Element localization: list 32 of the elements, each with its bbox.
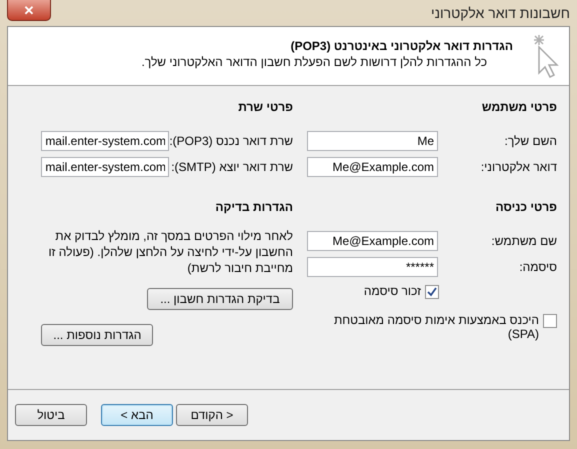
wizard-button[interactable]: ביטול (15, 404, 87, 426)
checkbox-box[interactable] (425, 285, 439, 299)
input-field[interactable]: mail.enter-system.com (41, 157, 170, 177)
wizard-button[interactable]: < הקודם (176, 404, 248, 426)
field-label: שרת דואר יוצא (SMTP): (171, 160, 293, 174)
test-settings-button[interactable]: בדיקת הגדרות חשבון ... (147, 288, 293, 310)
section-title: פרטי שרת (237, 100, 293, 114)
field-label: סיסמה: (519, 260, 557, 274)
checkbox[interactable]: זכור סיסמה (307, 284, 439, 299)
checkbox-label: היכנס באמצעות אימות סיסמה מאובטחת (SPA) (332, 313, 539, 341)
field-label: דואר אלקטרוני: (480, 160, 557, 174)
header-subtitle: כל ההגדרות להלן דרושות לשם הפעלת חשבון הדואר האלקטרוני שלך. (140, 55, 488, 69)
check-icon (427, 287, 437, 297)
header-title: הגדרות דואר אלקטרוני באינטרנט (POP3) (290, 39, 513, 53)
input-field[interactable]: Me@Example.com (307, 157, 438, 177)
wizard-button[interactable]: הבא > (101, 404, 173, 426)
section-title: הגדרות בדיקה (214, 200, 293, 214)
checkbox-label: זכור סיסמה (362, 284, 421, 298)
checkbox-box[interactable] (543, 314, 557, 328)
field-label: השם שלך: (504, 134, 557, 148)
field-label: שרת דואר נכנס (POP3): (169, 134, 293, 148)
input-field[interactable]: Me (307, 131, 438, 151)
more-settings-button[interactable]: הגדרות נוספות ... (41, 324, 154, 346)
field-label: שם משתמש: (491, 234, 557, 248)
input-field[interactable]: mail.enter-system.com (41, 131, 170, 151)
section-title: פרטי כניסה (494, 200, 557, 214)
instruction-text: לאחר מילוי הפרטים במסך זה, מומלץ לבדוק את החשבון על-ידי לחיצה על הלחצן שלהלן. (פעולה זו מחייבת חיבור לרשת) (48, 228, 293, 276)
checkbox[interactable]: היכנס באמצעות אימות סיסמה מאובטחת (SPA) (307, 313, 557, 341)
section-title: פרטי משתמש (480, 100, 557, 114)
window-title: חשבונות דואר אלקטרוני (430, 5, 570, 21)
input-field[interactable]: ****** (307, 257, 438, 277)
input-field[interactable]: Me@Example.com (307, 231, 438, 251)
